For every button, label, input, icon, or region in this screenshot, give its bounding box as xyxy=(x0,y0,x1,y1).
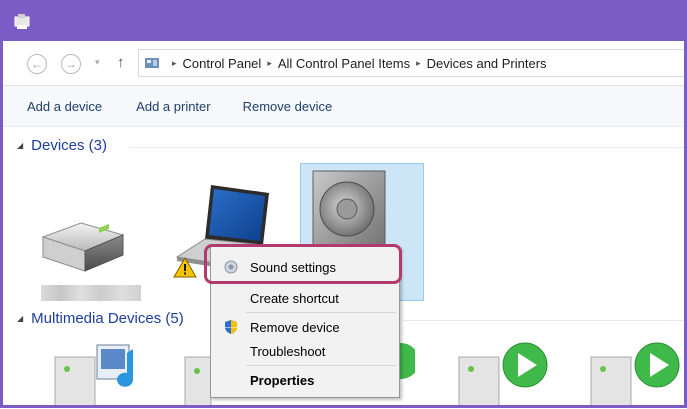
shield-icon xyxy=(225,320,237,334)
menu-item-label: Troubleshoot xyxy=(250,343,326,359)
menu-item-create-shortcut[interactable]: Create shortcut xyxy=(211,286,399,310)
devices-window-icon xyxy=(14,14,30,29)
multimedia-group-label: Multimedia Devices (5) xyxy=(31,310,184,327)
media-device-icon[interactable] xyxy=(183,349,213,408)
collapse-triangle-icon: ◢ xyxy=(17,141,24,150)
forward-button[interactable]: → xyxy=(61,54,81,74)
warning-icon xyxy=(173,257,197,278)
collapse-triangle-icon: ◢ xyxy=(17,314,24,323)
menu-item-label: Remove device xyxy=(250,319,340,335)
up-arrow-icon[interactable]: ↑ xyxy=(117,54,125,71)
media-player-device-icon[interactable] xyxy=(457,339,551,408)
media-server-device-icon[interactable] xyxy=(53,339,153,408)
breadcrumb-all-items[interactable]: All Control Panel Items xyxy=(278,56,410,71)
menu-item-label: Properties xyxy=(250,372,315,388)
menu-item-troubleshoot[interactable]: Troubleshoot xyxy=(211,339,399,363)
title-bar xyxy=(3,3,684,41)
remove-device-button[interactable]: Remove device xyxy=(243,99,333,114)
devices-group-header[interactable]: ◢ Devices (3) xyxy=(17,137,107,154)
address-bar: ← → ▾ ↑ ▸ Control Panel ▸ All Control Pa… xyxy=(3,41,684,86)
breadcrumb-control-panel[interactable]: Control Panel xyxy=(183,56,262,71)
add-printer-button[interactable]: Add a printer xyxy=(136,99,210,114)
address-field[interactable]: ▸ Control Panel ▸ All Control Panel Item… xyxy=(138,49,684,77)
control-panel-icon xyxy=(145,58,159,68)
group-divider xyxy=(129,147,684,148)
breadcrumb-separator-icon: ▸ xyxy=(416,57,421,68)
breadcrumb-separator-icon: ▸ xyxy=(267,57,272,68)
command-bar: Add a device Add a printer Remove device xyxy=(3,86,684,127)
hard-drive-device-icon[interactable] xyxy=(37,215,127,277)
menu-separator xyxy=(246,365,396,366)
menu-separator xyxy=(246,312,396,313)
add-device-button[interactable]: Add a device xyxy=(27,99,102,114)
forward-arrow-icon: → xyxy=(65,57,77,71)
multimedia-group-header[interactable]: ◢ Multimedia Devices (5) xyxy=(17,310,184,327)
back-button[interactable]: ← xyxy=(27,54,47,74)
group-divider xyxy=(403,320,684,321)
devices-group-label: Devices (3) xyxy=(31,137,108,154)
device-name-label-blurred xyxy=(41,285,141,301)
menu-item-remove-device[interactable]: Remove device xyxy=(211,315,399,339)
recent-locations-chevron-icon[interactable]: ▾ xyxy=(95,57,100,68)
menu-item-label: Create shortcut xyxy=(250,290,339,306)
highlight-callout-box xyxy=(204,244,402,284)
back-arrow-icon: ← xyxy=(31,57,43,71)
window: ← → ▾ ↑ ▸ Control Panel ▸ All Control Pa… xyxy=(0,0,687,408)
media-player-device-icon[interactable] xyxy=(589,339,685,408)
breadcrumb-separator-icon: ▸ xyxy=(172,57,177,68)
menu-item-properties[interactable]: Properties xyxy=(211,368,399,392)
breadcrumb-devices-and-printers[interactable]: Devices and Printers xyxy=(427,56,547,71)
